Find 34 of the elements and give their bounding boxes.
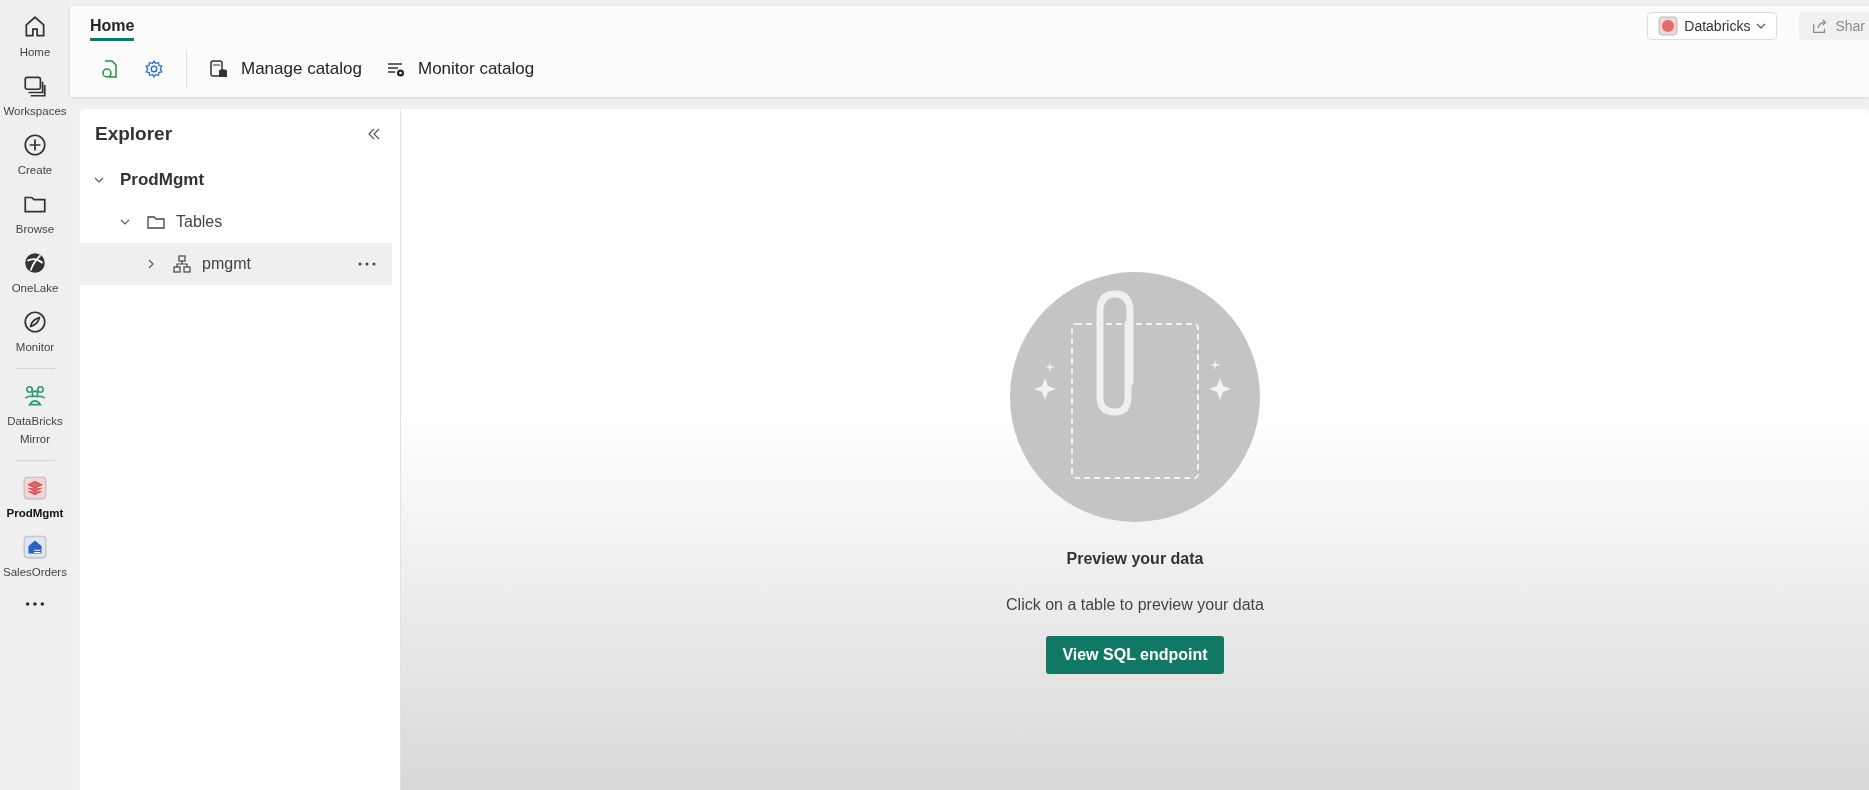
- plus-circle-icon: [22, 132, 48, 158]
- nav-item[interactable]: Create: [0, 130, 70, 189]
- collapse-icon[interactable]: [366, 126, 382, 142]
- workspace-button[interactable]: Databricks: [1647, 12, 1778, 40]
- tree-item[interactable]: Tables: [80, 201, 392, 243]
- home-tab[interactable]: Home: [90, 11, 135, 41]
- view-sql-endpoint-button[interactable]: View SQL endpoint: [1046, 636, 1224, 674]
- globe-icon: [22, 250, 48, 276]
- nav-item[interactable]: SalesOrders: [0, 532, 70, 591]
- monitor-catalog-button[interactable]: Monitor catalog: [376, 55, 545, 83]
- nav-item[interactable]: Browse: [0, 189, 70, 248]
- stacked-windows-icon: [22, 73, 48, 99]
- nav-item[interactable]: DataBricks Mirror: [0, 381, 70, 458]
- nav-item[interactable]: OneLake: [0, 248, 70, 307]
- house-badge-icon: [22, 534, 48, 560]
- more-icon[interactable]: [358, 262, 376, 266]
- settings-icon: [144, 59, 164, 79]
- nav-item[interactable]: Home: [0, 12, 70, 71]
- nav-item[interactable]: Monitor: [0, 307, 70, 366]
- home-icon: [22, 14, 48, 40]
- tree-item[interactable]: ProdMgmt: [80, 159, 392, 201]
- manage-catalog-button[interactable]: Manage catalog: [199, 55, 372, 83]
- explorer-title: Explorer: [95, 123, 173, 145]
- document-icon: [100, 59, 120, 79]
- empty-state-title: Preview your data: [1066, 550, 1204, 568]
- compass-icon: [22, 309, 48, 335]
- tree-item[interactable]: pmgmt: [80, 243, 392, 285]
- nav-item[interactable]: ProdMgmt: [0, 473, 70, 532]
- database-icon: [209, 59, 229, 79]
- chevron-down-icon: [1756, 23, 1767, 29]
- hierarchy-icon: [172, 254, 192, 274]
- nav-item[interactable]: Workspaces: [0, 71, 70, 130]
- empty-state-message: Click on a table to preview your data: [1006, 596, 1264, 614]
- more-icon[interactable]: [24, 601, 46, 607]
